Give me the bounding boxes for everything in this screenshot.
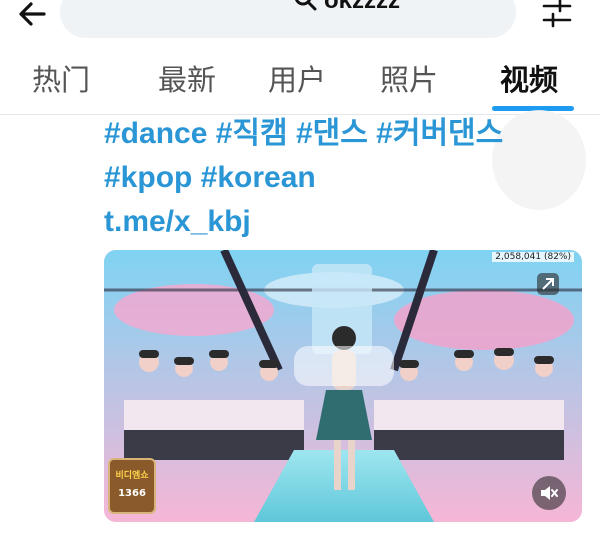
search-field[interactable]: okzzzz (60, 0, 516, 38)
live-stats: 2,058,041 (82%) (492, 252, 574, 262)
back-arrow-icon[interactable] (14, 0, 50, 30)
channel-badge: 비디엠쇼 1366 (108, 458, 156, 514)
hashtag-line[interactable]: #dance #직캠 #댄스 #커버댄스 (104, 112, 594, 156)
mute-icon (541, 486, 558, 500)
top-bar: okzzzz (0, 0, 600, 50)
video-frame (104, 250, 582, 522)
search-tabs: 热门 最新 用户 照片 视频 (0, 50, 600, 115)
cast-icon[interactable] (536, 272, 560, 296)
post-text: #dance #직캠 #댄스 #커버댄스 #kpop #korean t.me/… (104, 112, 594, 244)
tab-hot[interactable]: 热门 (32, 58, 90, 102)
hashtag-line[interactable]: #kpop #korean (104, 156, 594, 200)
badge-number: 1366 (118, 488, 146, 499)
search-icon (292, 0, 320, 14)
tab-videos[interactable]: 视频 (500, 58, 558, 102)
filter-sliders-icon[interactable] (540, 0, 574, 30)
tab-photos[interactable]: 照片 (380, 58, 438, 102)
tab-latest[interactable]: 最新 (158, 58, 216, 102)
search-query[interactable]: okzzzz (324, 0, 400, 16)
video-player[interactable]: 2,058,041 (82%) 비디엠쇼 1366 (104, 250, 582, 522)
badge-text: 비디엠쇼 (115, 471, 149, 481)
mute-button[interactable] (532, 476, 566, 510)
link-line[interactable]: t.me/x_kbj (104, 200, 594, 244)
tab-users[interactable]: 用户 (268, 58, 326, 102)
